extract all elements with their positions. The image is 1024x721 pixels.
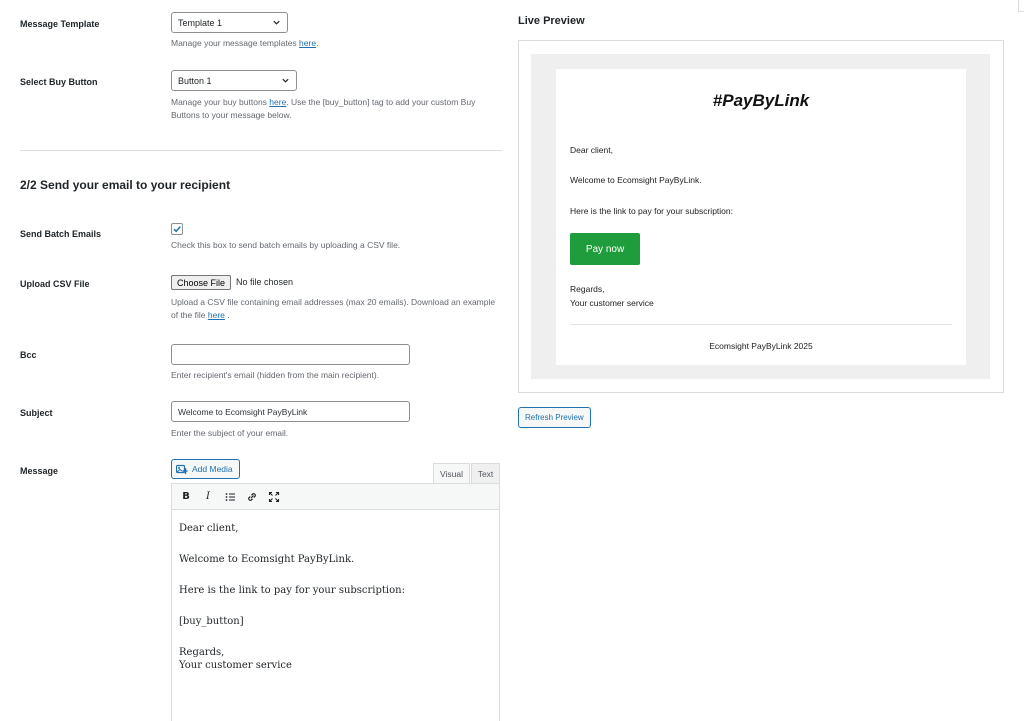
- preview-footer: Ecomsight PayByLink 2025: [709, 341, 813, 351]
- buy-button-description: Manage your buy buttons here. Use the [b…: [171, 97, 476, 120]
- link-icon[interactable]: [244, 488, 260, 506]
- preview-signature: Your customer service: [570, 298, 654, 308]
- italic-button[interactable]: I: [200, 488, 216, 506]
- subject-label: Subject: [20, 408, 53, 418]
- section-title: 2/2 Send your email to your recipient: [20, 178, 231, 192]
- message-editor[interactable]: Dear client, Welcome to Ecomsight PayByL…: [171, 510, 500, 721]
- bold-button[interactable]: B: [178, 488, 194, 506]
- preview-email-card: [556, 69, 966, 365]
- subject-input[interactable]: Welcome to Ecomsight PayByLink: [171, 401, 410, 422]
- editor-signature: Your customer service: [179, 660, 292, 671]
- bcc-description: Enter recipient's email (hidden from the…: [171, 370, 380, 380]
- csv-example-link[interactable]: here: [208, 310, 225, 320]
- file-status: No file chosen: [236, 277, 294, 287]
- batch-emails-checkbox[interactable]: [171, 223, 183, 235]
- preview-welcome: Welcome to Ecomsight PayByLink.: [570, 175, 702, 185]
- window-corner: [1018, 0, 1024, 12]
- tab-visual[interactable]: Visual: [433, 463, 470, 483]
- buy-button-label: Select Buy Button: [20, 77, 98, 87]
- message-template-label: Message Template: [20, 19, 100, 29]
- preview-greeting: Dear client,: [570, 145, 613, 155]
- csv-upload-label: Upload CSV File: [20, 279, 90, 289]
- choose-file-button[interactable]: Choose File: [171, 275, 232, 290]
- editor-button-tag: [buy_button]: [179, 616, 244, 627]
- batch-emails-label: Send Batch Emails: [20, 229, 102, 239]
- preview-link-line: Here is the link to pay for your subscri…: [570, 206, 733, 216]
- bcc-label: Bcc: [20, 350, 37, 360]
- preview-regards: Regards,: [570, 284, 605, 294]
- subject-description: Enter the subject of your email.: [171, 428, 289, 438]
- tab-text[interactable]: Text: [471, 463, 500, 483]
- fullscreen-icon[interactable]: [266, 488, 282, 506]
- live-preview-title: Live Preview: [518, 15, 585, 27]
- message-label: Message: [20, 466, 59, 476]
- preview-divider: [570, 324, 952, 325]
- message-template-description: Manage your message templates here.: [171, 38, 319, 48]
- bulleted-list-icon[interactable]: [222, 488, 238, 506]
- buy-button-link[interactable]: here: [269, 97, 286, 107]
- csv-upload-description: Upload a CSV file containing email addre…: [171, 297, 496, 320]
- message-template-link[interactable]: here: [299, 38, 316, 48]
- buy-button-select[interactable]: Button 1: [171, 70, 297, 91]
- buy-button-selected: Button 1: [178, 75, 212, 86]
- add-media-icon: [176, 464, 188, 474]
- editor-link-line: Here is the link to pay for your subscri…: [179, 585, 405, 596]
- section-divider: [20, 150, 502, 151]
- editor-greeting: Dear client,: [179, 523, 239, 534]
- editor-welcome: Welcome to Ecomsight PayByLink.: [179, 554, 355, 565]
- editor-regards: Regards,: [179, 647, 225, 658]
- add-media-label: Add Media: [192, 464, 233, 474]
- add-media-button[interactable]: Add Media: [171, 459, 240, 479]
- brand-logo: #PayByLink: [712, 91, 810, 110]
- checkmark-icon: [173, 226, 181, 233]
- pay-now-button[interactable]: Pay now: [570, 233, 640, 265]
- batch-emails-description: Check this box to send batch emails by u…: [171, 240, 401, 250]
- refresh-preview-button[interactable]: Refresh Preview: [518, 407, 591, 428]
- message-template-select[interactable]: Template 1: [171, 12, 288, 33]
- editor-toolbar: B I: [171, 483, 500, 510]
- bcc-input[interactable]: [171, 344, 410, 365]
- message-template-selected: Template 1: [178, 17, 223, 28]
- chevron-down-icon: [282, 78, 289, 83]
- chevron-down-icon: [273, 20, 280, 25]
